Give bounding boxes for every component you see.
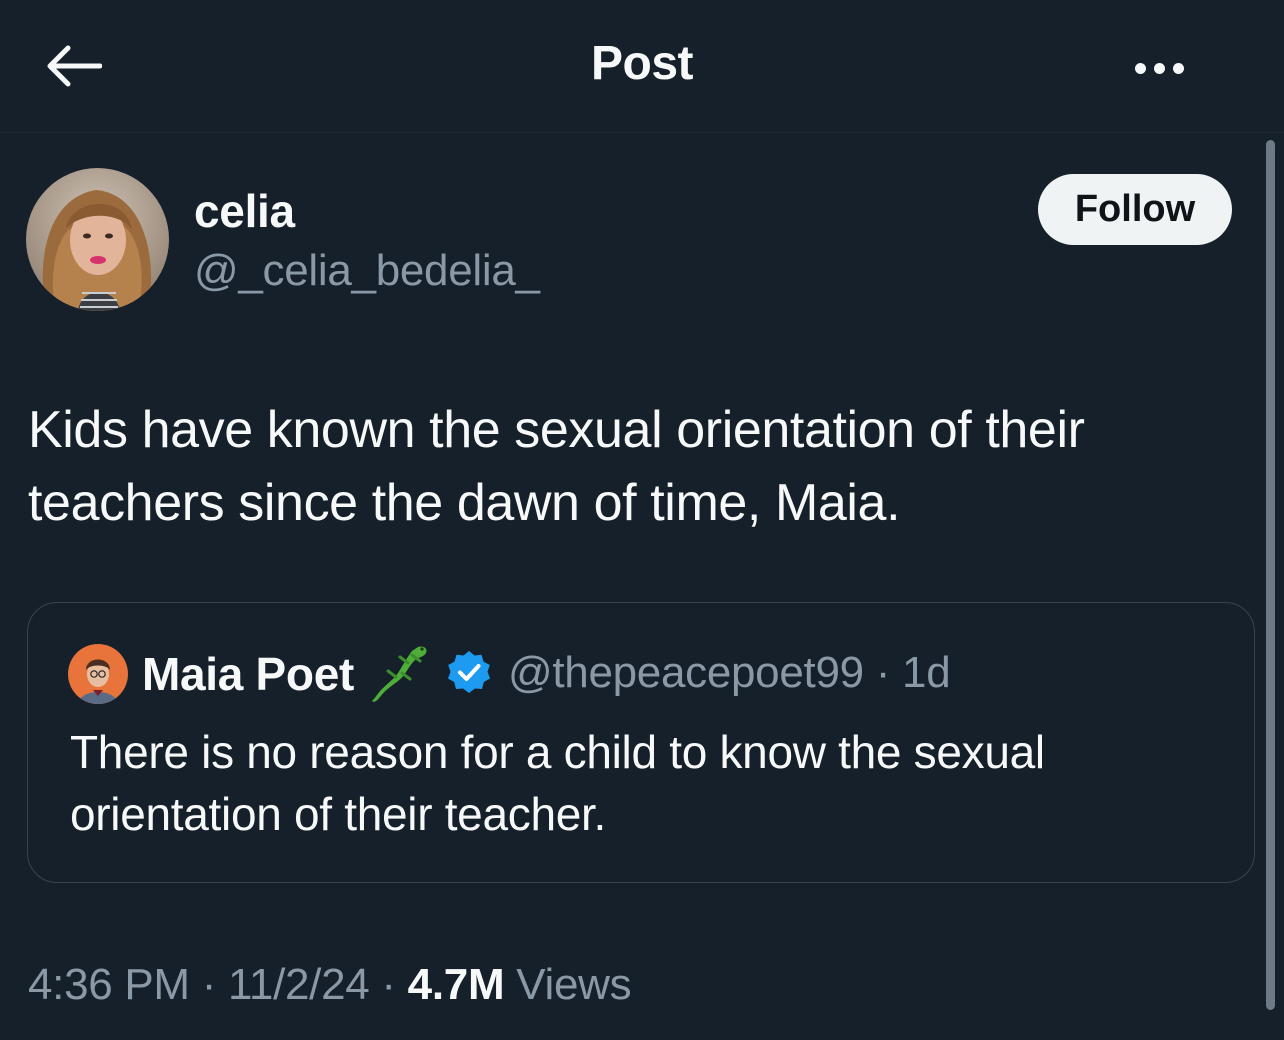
author-display-name[interactable]: celia (194, 184, 295, 238)
author-handle[interactable]: @_celia_bedelia_ (194, 246, 540, 296)
author-avatar[interactable] (26, 168, 169, 311)
quoted-post-text: There is no reason for a child to know t… (70, 726, 1045, 840)
quoted-author-avatar[interactable] (68, 644, 128, 704)
post-metadata: 4:36 PM · 11/2/24 · 4.7M Views (28, 960, 632, 1010)
scrollbar[interactable] (1266, 140, 1275, 1010)
post-time[interactable]: 4:36 PM (28, 960, 190, 1009)
quoted-post-card[interactable]: Maia Poet @thepeacepoet99 · 1d There is … (27, 602, 1255, 883)
quoted-post-age[interactable]: 1d (902, 648, 951, 697)
views-label: Views (516, 960, 632, 1009)
author-avatar-image (26, 168, 169, 311)
views-count: 4.7M (407, 960, 505, 1009)
page-title: Post (590, 37, 694, 90)
more-horizontal-icon-dot (1172, 62, 1184, 74)
quoted-author-handle-line: @thepeacepoet99 · 1d (508, 648, 951, 698)
separator-dot: · (381, 960, 396, 1009)
more-options-button[interactable] (1122, 46, 1196, 90)
separator-dot: · (201, 960, 217, 1009)
lizard-icon (372, 646, 427, 702)
top-navigation-bar: Post (0, 0, 1284, 133)
post-detail-screen: Post celia @_celia_bedelia_ Follow Kids … (0, 0, 1284, 1040)
post-date[interactable]: 11/2/24 (228, 960, 370, 1009)
post-text: Kids have known the sexual orientation o… (28, 401, 1085, 532)
follow-button[interactable]: Follow (1038, 174, 1232, 245)
verified-badge-icon (448, 651, 490, 693)
quoted-author-display-name[interactable]: Maia Poet (142, 647, 354, 701)
more-horizontal-icon (1134, 62, 1146, 74)
more-horizontal-icon-dot (1153, 62, 1165, 74)
quoted-author-handle[interactable]: @thepeacepoet99 (508, 648, 864, 697)
separator-dot: · (875, 648, 891, 697)
quoted-author-avatar-image (68, 644, 128, 704)
